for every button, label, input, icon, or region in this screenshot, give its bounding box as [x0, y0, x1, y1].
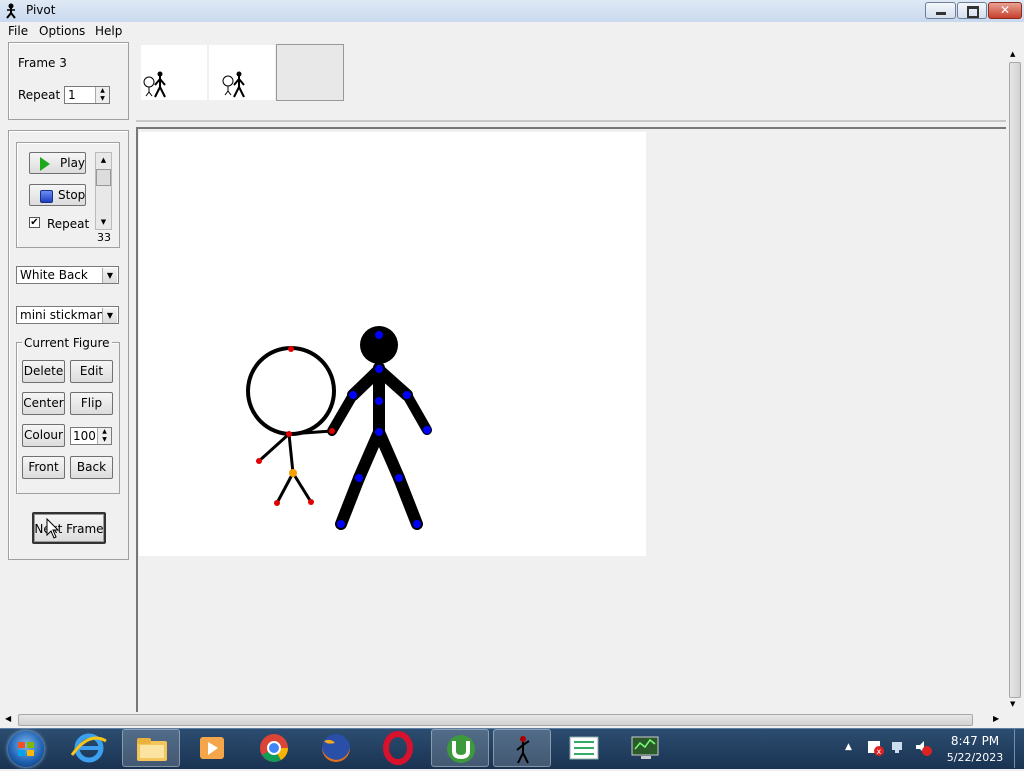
- stop-button[interactable]: Stop: [29, 184, 86, 206]
- vertical-scrollbar[interactable]: ▲ ▼: [1007, 42, 1024, 712]
- speed-slider[interactable]: ▲ ▼: [95, 152, 112, 230]
- frame-thumbnail-2[interactable]: [209, 45, 275, 100]
- action-center-icon[interactable]: x: [866, 738, 884, 756]
- horizontal-scrollbar[interactable]: ◀ ▶: [0, 712, 1007, 728]
- stick-figures-scene[interactable]: [139, 132, 646, 556]
- background-select-value: White Back: [20, 268, 88, 282]
- horizontal-scroll-thumb[interactable]: [18, 714, 973, 726]
- chevron-down-icon[interactable]: ▼: [102, 268, 117, 283]
- colour-stepper[interactable]: 100 ▲ ▼: [70, 427, 112, 445]
- animation-canvas[interactable]: [139, 132, 646, 556]
- scroll-down-arrow-icon[interactable]: ▼: [96, 215, 111, 229]
- repeat-stepper[interactable]: 1 ▲ ▼: [64, 86, 110, 104]
- big-stickman[interactable]: [327, 326, 432, 530]
- frame-thumbnail-3-empty[interactable]: [276, 44, 344, 101]
- network-icon[interactable]: [890, 738, 908, 756]
- stickman-thumbnail-icon: [143, 71, 166, 98]
- close-button[interactable]: ✕: [988, 2, 1022, 19]
- clock-time[interactable]: 8:47 PM: [940, 734, 1010, 748]
- repeat-checkbox-label: Repeat: [47, 217, 90, 231]
- scroll-up-arrow-icon[interactable]: ▲: [96, 153, 111, 167]
- scroll-up-arrow-icon[interactable]: ▲: [1010, 50, 1015, 58]
- stickman-icon: [6, 3, 16, 19]
- window-title: Pivot: [26, 3, 56, 17]
- play-icon: [40, 157, 50, 171]
- scroll-down-arrow-icon[interactable]: ▼: [1010, 700, 1015, 708]
- edit-button[interactable]: Edit: [70, 360, 113, 383]
- front-button[interactable]: Front: [22, 456, 65, 479]
- speed-value: 33: [97, 231, 111, 244]
- windows-logo-icon: [18, 742, 34, 756]
- colour-button[interactable]: Colour: [22, 424, 65, 447]
- media-player-icon[interactable]: [183, 729, 241, 767]
- colour-value: 100: [73, 429, 96, 443]
- stickman-thumbnail-icon: [222, 71, 245, 98]
- pivot-icon[interactable]: [493, 729, 551, 767]
- repeat-value: 1: [68, 88, 76, 102]
- show-hidden-icons-icon[interactable]: ▲: [845, 742, 852, 752]
- svg-text:x: x: [877, 747, 882, 756]
- frame-thumbnail-1[interactable]: [141, 45, 207, 100]
- utorrent-icon[interactable]: [431, 729, 489, 767]
- play-button[interactable]: Play: [29, 152, 86, 174]
- task-list-icon[interactable]: [555, 729, 613, 767]
- frame-panel: [8, 42, 129, 120]
- internet-explorer-icon[interactable]: [60, 729, 118, 767]
- restore-button[interactable]: [957, 2, 987, 19]
- play-label: Play: [60, 156, 86, 170]
- menu-bar: [0, 22, 1024, 41]
- firefox-icon[interactable]: [307, 729, 365, 767]
- figure-select[interactable]: mini stickman ▼: [16, 306, 119, 324]
- background-select[interactable]: White Back ▼: [16, 266, 119, 284]
- stepper-arrows-icon[interactable]: ▲ ▼: [97, 428, 111, 444]
- frame-label: Frame 3: [18, 56, 67, 70]
- chrome-icon[interactable]: [245, 729, 303, 767]
- repeat-label: Repeat :: [18, 88, 69, 102]
- start-button[interactable]: [8, 731, 44, 767]
- file-explorer-icon[interactable]: [122, 729, 180, 767]
- stop-label: Stop: [58, 188, 86, 202]
- stepper-arrows-icon[interactable]: ▲ ▼: [95, 87, 109, 103]
- show-desktop-button[interactable]: [1014, 729, 1024, 768]
- network-monitor-icon[interactable]: [617, 729, 675, 767]
- center-button[interactable]: Center: [22, 392, 65, 415]
- title-bar: [0, 0, 1024, 23]
- mini-stickman[interactable]: [246, 346, 336, 506]
- scroll-left-arrow-icon[interactable]: ◀: [5, 714, 11, 723]
- volume-muted-icon[interactable]: [914, 738, 932, 756]
- next-frame-button[interactable]: Next Frame: [32, 512, 106, 544]
- figure-select-value: mini stickman: [20, 308, 105, 322]
- clock-date[interactable]: 5/22/2023: [940, 751, 1010, 764]
- repeat-checkbox[interactable]: ✔: [29, 217, 40, 228]
- menu-options[interactable]: Options: [39, 24, 85, 38]
- vertical-scroll-thumb[interactable]: [1009, 62, 1021, 698]
- current-figure-title: Current Figure: [22, 336, 112, 350]
- chevron-down-icon[interactable]: ▼: [102, 308, 117, 323]
- back-button[interactable]: Back: [70, 456, 113, 479]
- delete-button[interactable]: Delete: [22, 360, 65, 383]
- scroll-right-arrow-icon[interactable]: ▶: [993, 714, 999, 723]
- mouse-cursor-icon: [46, 518, 60, 539]
- flip-button[interactable]: Flip: [70, 392, 113, 415]
- minimize-button[interactable]: [925, 2, 956, 19]
- speed-slider-thumb[interactable]: [96, 169, 111, 186]
- opera-icon[interactable]: [369, 729, 427, 767]
- menu-file[interactable]: File: [8, 24, 28, 38]
- menu-help[interactable]: Help: [95, 24, 122, 38]
- stop-icon: [40, 190, 53, 203]
- frames-divider: [136, 120, 1006, 122]
